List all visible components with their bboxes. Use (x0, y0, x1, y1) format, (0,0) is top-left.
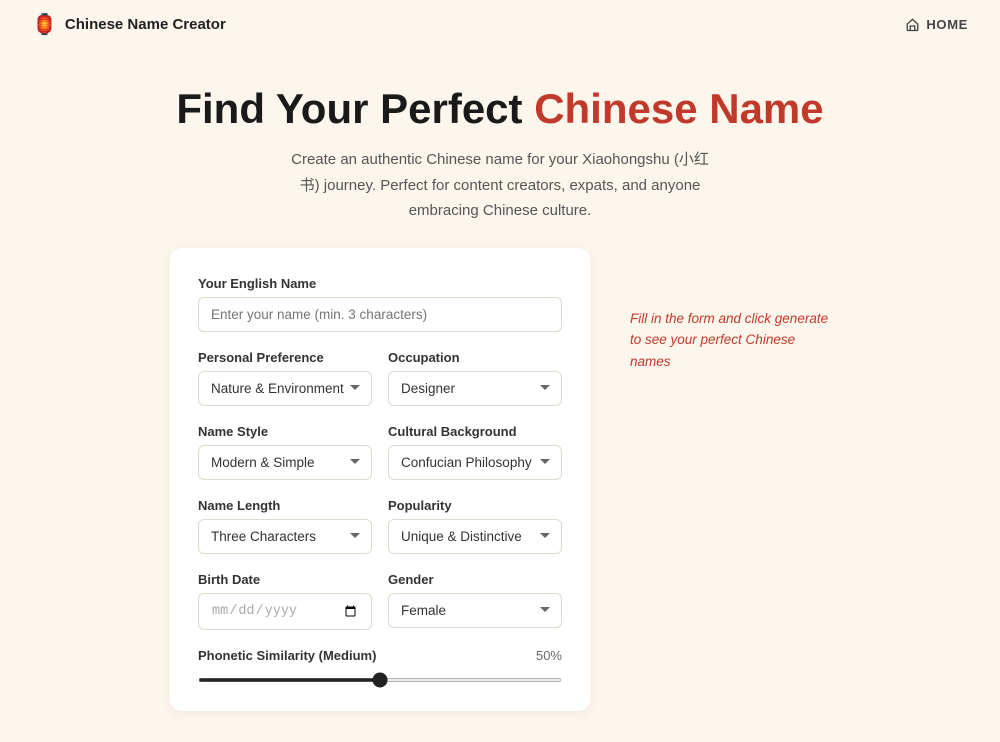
personal-preference-label: Personal Preference (198, 350, 372, 365)
gender-label: Gender (388, 572, 562, 587)
row-length-popularity: Name Length Three Characters Two Charact… (198, 498, 562, 572)
hero-title-black: Find Your Perfect (176, 85, 522, 132)
personal-preference-select[interactable]: Nature & Environment Arts & Creativity T… (198, 371, 372, 406)
logo-icon: 🏮 (32, 12, 57, 37)
name-style-select[interactable]: Modern & Simple Classical Poetic Trendy (198, 445, 372, 480)
row-style-culture: Name Style Modern & Simple Classical Poe… (198, 424, 562, 498)
home-label: HOME (926, 17, 968, 32)
hero-title-red: Chinese Name (534, 85, 823, 132)
cultural-background-select[interactable]: Confucian Philosophy Buddhism Taoism Mod… (388, 445, 562, 480)
phonetic-label: Phonetic Similarity (Medium) (198, 648, 376, 663)
english-name-label: Your English Name (198, 276, 562, 291)
popularity-group: Popularity Unique & Distinctive Common R… (388, 498, 562, 554)
birth-date-label: Birth Date (198, 572, 372, 587)
gender-select[interactable]: Female Male Neutral (388, 593, 562, 628)
main-layout: Your English Name Personal Preference Na… (0, 248, 1000, 742)
sidebar-hint: Fill in the form and click generate to s… (630, 248, 830, 712)
name-style-label: Name Style (198, 424, 372, 439)
header: 🏮 Chinese Name Creator HOME (0, 0, 1000, 49)
home-icon (905, 17, 920, 32)
gender-group: Gender Female Male Neutral (388, 572, 562, 631)
home-link[interactable]: HOME (905, 17, 968, 32)
phonetic-slider[interactable] (198, 678, 562, 682)
cultural-background-label: Cultural Background (388, 424, 562, 439)
english-name-input[interactable] (198, 297, 562, 332)
popularity-label: Popularity (388, 498, 562, 513)
name-length-select[interactable]: Three Characters Two Characters Four Cha… (198, 519, 372, 554)
hero-subtitle: Create an authentic Chinese name for you… (290, 147, 710, 224)
hero-section: Find Your Perfect Chinese Name Create an… (0, 49, 1000, 248)
birth-date-group: Birth Date (198, 572, 372, 631)
birth-date-input[interactable] (198, 593, 372, 631)
phonetic-slider-group: Phonetic Similarity (Medium) 50% (198, 648, 562, 687)
hero-title: Find Your Perfect Chinese Name (20, 85, 980, 133)
row-birthdate-gender: Birth Date Gender Female Male Neutral (198, 572, 562, 649)
phonetic-label-row: Phonetic Similarity (Medium) 50% (198, 648, 562, 663)
english-name-group: Your English Name (198, 276, 562, 332)
occupation-group: Occupation Designer Engineer Teacher Art… (388, 350, 562, 406)
logo-text: Chinese Name Creator (65, 16, 226, 33)
personal-preference-group: Personal Preference Nature & Environment… (198, 350, 372, 406)
logo-area: 🏮 Chinese Name Creator (32, 12, 226, 37)
form-card: Your English Name Personal Preference Na… (170, 248, 590, 712)
occupation-select[interactable]: Designer Engineer Teacher Artist Other (388, 371, 562, 406)
name-length-group: Name Length Three Characters Two Charact… (198, 498, 372, 554)
phonetic-value: 50% (536, 648, 562, 663)
name-style-group: Name Style Modern & Simple Classical Poe… (198, 424, 372, 480)
occupation-label: Occupation (388, 350, 562, 365)
name-length-label: Name Length (198, 498, 372, 513)
popularity-select[interactable]: Unique & Distinctive Common Rare Trendin… (388, 519, 562, 554)
row-personal-occupation: Personal Preference Nature & Environment… (198, 350, 562, 424)
cultural-background-group: Cultural Background Confucian Philosophy… (388, 424, 562, 480)
